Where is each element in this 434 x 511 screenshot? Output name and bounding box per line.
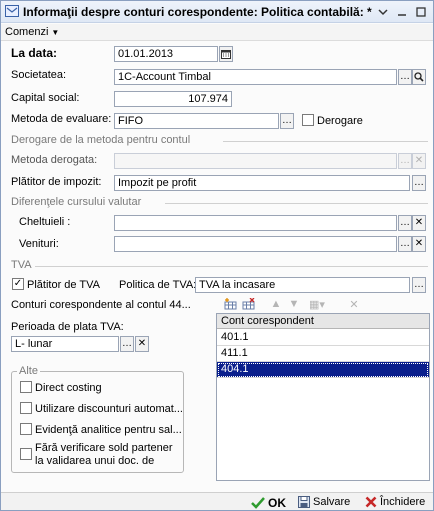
metoda-evaluare-label: Metoda de evaluare: (11, 113, 112, 125)
metoda-derogata-label: Metoda derogata: (11, 154, 98, 166)
politica-tva-field[interactable]: TVA la incasare (195, 277, 410, 293)
diferente-section-divider (165, 203, 428, 204)
clear-filter-icon: ✕ (349, 298, 359, 311)
discounturi-label: Utilizare discounturi automat... (35, 403, 183, 415)
societatea-field[interactable]: 1C-Account Timbal (114, 69, 397, 85)
venituri-select-button[interactable]: … (398, 236, 412, 252)
calendar-icon (221, 50, 231, 59)
metoda-derogata-clear-button[interactable]: ✕ (412, 153, 426, 169)
metoda-evaluare-field[interactable]: FIFO (114, 113, 279, 129)
inchidere-label: Închidere (380, 496, 426, 508)
metoda-derogata-field[interactable] (114, 153, 397, 169)
evidenta-checkbox[interactable] (20, 423, 32, 435)
close-icon (365, 496, 377, 508)
platitor-impozit-select-button[interactable]: … (412, 175, 426, 191)
discounturi-checkbox[interactable] (20, 402, 32, 414)
direct-costing-label: Direct costing (35, 382, 102, 394)
minimize-button[interactable] (394, 4, 410, 20)
societatea-label: Societatea: (11, 69, 67, 81)
capital-social-label: Capital social: (11, 92, 80, 104)
bottom-bar: OK Salvare Închidere (1, 492, 433, 510)
inchidere-button[interactable]: Închidere (365, 496, 425, 508)
table-header[interactable]: Cont corespondent (217, 314, 429, 329)
move-up-icon: ▲ (270, 298, 282, 310)
fara-verificare-label: Fără verificare sold partener la validar… (35, 442, 173, 467)
maximize-button[interactable] (413, 4, 429, 20)
perioada-select-button[interactable]: … (120, 336, 134, 352)
cont-corespondent-table[interactable]: Cont corespondent 401.1 411.1 404.1 (216, 313, 430, 481)
table-row[interactable]: 401.1 (217, 330, 429, 346)
perioada-label: Perioada de plata TVA: (11, 321, 124, 333)
tva-section-title: TVA (11, 259, 32, 271)
comenzi-menu[interactable]: Comenzi ▼ (5, 26, 59, 38)
window-title: Informaţii despre conturi corespondente:… (23, 5, 372, 19)
derogare-section-title: Derogare de la metoda pentru contul (11, 134, 191, 146)
move-down-icon: ▼ (288, 298, 300, 310)
platitor-impozit-field[interactable]: Impozit pe profit (114, 175, 410, 191)
platitor-tva-checkbox[interactable]: ✓ (12, 278, 24, 290)
fill-menu-icon: ▦▾ (309, 298, 325, 311)
title-bar: Informaţii despre conturi corespondente:… (1, 1, 433, 23)
delete-row-icon[interactable] (241, 297, 255, 311)
check-icon (251, 497, 265, 509)
politica-tva-label: Politica de TVA: (119, 279, 197, 291)
options-menu-icon[interactable] (375, 4, 391, 20)
search-icon (414, 72, 424, 82)
fara-verificare-checkbox[interactable] (20, 448, 32, 460)
politica-tva-select-button[interactable]: … (412, 277, 426, 293)
platitor-tva-label: Plătitor de TVA (27, 279, 100, 291)
evidenta-label: Evidenţă analitice pentru sal... (35, 424, 182, 436)
calendar-button[interactable] (219, 46, 233, 62)
app-icon (5, 5, 19, 17)
venituri-label: Venituri: (19, 238, 59, 250)
window: Informaţii despre conturi corespondente:… (0, 0, 434, 511)
derogare-label: Derogare (317, 115, 363, 127)
cheltuieli-field[interactable] (114, 215, 397, 231)
table-row[interactable]: 411.1 (217, 346, 429, 362)
table-row-selected[interactable]: 404.1 (217, 362, 429, 378)
chevron-down-icon: ▼ (51, 27, 60, 37)
la-data-field[interactable]: 01.01.2013 (114, 46, 218, 62)
perioada-clear-button[interactable]: ✕ (135, 336, 149, 352)
cheltuieli-select-button[interactable]: … (398, 215, 412, 231)
metoda-evaluare-select-button[interactable]: … (280, 113, 294, 129)
perioada-field[interactable]: L- lunar (11, 336, 119, 352)
platitor-impozit-label: Plătitor de impozit: (11, 176, 102, 188)
derogare-section-divider (223, 141, 428, 142)
societatea-search-button[interactable] (412, 69, 426, 85)
venituri-field[interactable] (114, 236, 397, 252)
metoda-derogata-select-button[interactable]: … (398, 153, 412, 169)
la-data-label: La data: (11, 46, 58, 60)
ok-label: OK (268, 496, 286, 510)
societatea-select-button[interactable]: … (398, 69, 412, 85)
tva-section-divider (35, 266, 428, 267)
derogare-checkbox[interactable] (302, 114, 314, 126)
comenzi-label: Comenzi (5, 26, 49, 38)
salvare-label: Salvare (313, 496, 351, 508)
diferente-section-title: Diferenţele cursului valutar (11, 196, 142, 208)
save-icon (298, 496, 310, 508)
cheltuieli-label: Cheltuieli : (19, 216, 71, 228)
ok-button[interactable]: OK (251, 496, 286, 510)
add-row-icon[interactable] (223, 297, 237, 311)
salvare-button[interactable]: Salvare (298, 496, 350, 508)
cheltuieli-clear-button[interactable]: ✕ (412, 215, 426, 231)
direct-costing-checkbox[interactable] (20, 381, 32, 393)
capital-social-field[interactable]: 107.974 (114, 91, 232, 107)
alte-group-title: Alte (17, 365, 40, 377)
menu-bar: Comenzi ▼ (1, 24, 433, 41)
venituri-clear-button[interactable]: ✕ (412, 236, 426, 252)
conturi-corespondente-label: Conturi corespondente al contul 44... (11, 299, 191, 311)
